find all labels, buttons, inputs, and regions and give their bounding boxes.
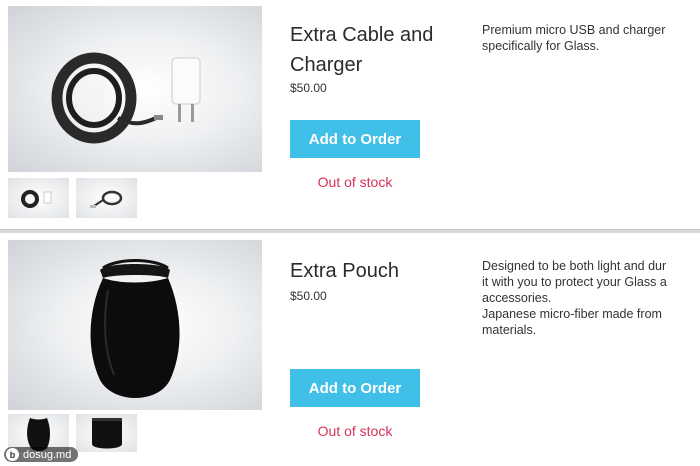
product-price: $50.00: [290, 81, 327, 95]
product-card-pouch: Extra Pouch $50.00 Add to Order Out of s…: [0, 236, 700, 466]
product-description: Designed to be both light and dur it wit…: [482, 259, 667, 337]
cable-charger-thumb-icon: [21, 190, 52, 208]
product-description: Premium micro USB and charger specifical…: [482, 23, 666, 53]
pouch-flat-thumb-icon: [92, 418, 122, 449]
cable-thumb-icon: [90, 190, 123, 208]
product-title: Extra Pouch: [290, 260, 399, 282]
product-price: $50.00: [290, 289, 327, 303]
watermark-logo-icon: b: [6, 448, 19, 461]
pouch-icon: [90, 259, 180, 398]
product-divider: [0, 229, 700, 233]
thumbnail-cable-charger[interactable]: [8, 178, 69, 218]
stock-status: Out of stock: [317, 423, 393, 439]
watermark: b dosug.md: [4, 447, 79, 462]
thumbnail-pouch-flat[interactable]: [76, 414, 137, 452]
product-card-cable-charger: Extra Cable and Charger $50.00 Add to Or…: [0, 0, 700, 228]
add-to-order-button[interactable]: Add to Order: [290, 120, 420, 158]
stock-status: Out of stock: [317, 174, 393, 190]
product-title: Extra Cable and Charger: [290, 24, 434, 76]
watermark-text: dosug.md: [23, 448, 72, 461]
product-image-cable-charger[interactable]: [8, 6, 262, 172]
add-to-order-button[interactable]: Add to Order: [290, 369, 420, 407]
product-image-pouch[interactable]: [8, 240, 262, 410]
thumbnail-cable[interactable]: [76, 178, 137, 218]
cable-charger-icon: [51, 52, 201, 144]
